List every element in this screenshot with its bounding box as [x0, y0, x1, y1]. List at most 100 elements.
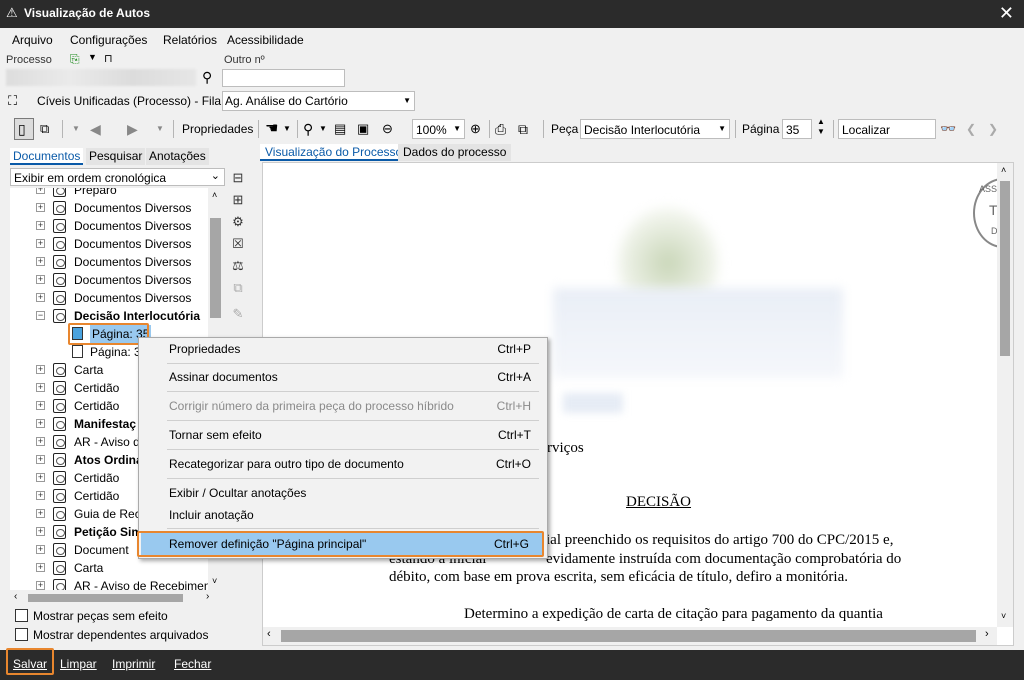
expand-icon[interactable]: + [36, 563, 45, 572]
peca-select[interactable]: Decisão Interlocutória ▼ [580, 119, 730, 139]
chevron-down-icon[interactable]: ▼ [283, 118, 291, 140]
expand-icon[interactable]: + [36, 491, 45, 500]
tab-dados[interactable]: Dados do processo [398, 144, 512, 161]
gavel-icon[interactable]: ⚖ [230, 258, 246, 274]
zoom-select[interactable]: 100% ▼ [412, 119, 465, 139]
remove-doc-icon[interactable]: ☒ [230, 236, 246, 252]
fila-select[interactable]: Ag. Análise do Cartório ▼ [222, 91, 415, 111]
previous-icon[interactable]: ◀ [90, 118, 101, 140]
tree-item[interactable]: + Documentos Diversos [10, 217, 210, 235]
tree-item[interactable]: + Documentos Diversos [10, 235, 210, 253]
expand-icon[interactable]: + [36, 455, 45, 464]
expand-icon[interactable]: + [36, 401, 45, 410]
viewer-hscrollbar[interactable]: ‹ › [263, 627, 997, 645]
tree-item[interactable]: + Documentos Diversos [10, 289, 210, 307]
expand-icon[interactable]: + [36, 473, 45, 482]
expand-icon[interactable]: + [36, 383, 45, 392]
scroll-up-icon[interactable]: ˄ [212, 190, 217, 200]
tree-hscrollbar[interactable]: ‹ › [10, 591, 224, 605]
collapse-icon[interactable]: − [36, 311, 45, 320]
show-archived-checkbox[interactable] [15, 628, 28, 641]
expand-icon[interactable]: + [36, 509, 45, 518]
fit-width-icon[interactable]: ▤ [334, 118, 346, 140]
copy-icon[interactable]: ⎘ [70, 52, 80, 67]
tab-documentos[interactable]: Documentos [10, 148, 84, 165]
chevron-down-icon[interactable]: ▼ [156, 118, 164, 140]
chevron-down-icon[interactable]: ▼ [72, 118, 80, 140]
close-button[interactable]: Fechar [174, 657, 211, 671]
expand-icon[interactable]: + [36, 188, 45, 194]
ctx-item-propriedades[interactable]: Propriedades Ctrl+P [139, 338, 547, 360]
show-voided-checkbox[interactable] [15, 609, 28, 622]
process-number-field[interactable] [6, 69, 196, 86]
expand-icon[interactable]: + [36, 239, 45, 248]
bookmark-icon[interactable]: ⊓ [104, 52, 113, 65]
print-button[interactable]: Imprimir [112, 657, 155, 671]
scroll-left-icon[interactable]: ‹ [267, 628, 271, 640]
tree-item[interactable]: + AR - Aviso de Recebimento [10, 577, 221, 590]
hscroll-thumb[interactable] [28, 594, 183, 602]
ctx-item-assinar[interactable]: Assinar documentos Ctrl+A [139, 366, 547, 388]
expand-icon[interactable]: + [36, 365, 45, 374]
clear-button[interactable]: Limpar [60, 657, 97, 671]
fit-page-icon[interactable]: ▣ [357, 118, 369, 140]
order-select[interactable]: Exibir em ordem cronológica ⌄ [10, 168, 225, 186]
binoculars-icon[interactable]: 👓 [940, 118, 956, 140]
search-icon[interactable]: ⚲ [202, 69, 212, 86]
zoom-out-icon[interactable]: ⊖ [382, 118, 393, 140]
expand-icon[interactable]: + [36, 419, 45, 428]
find-previous-icon[interactable]: ❮ [966, 118, 976, 140]
chevron-down-icon[interactable]: ▼ [319, 118, 327, 140]
localizar-input[interactable]: Localizar [838, 119, 936, 139]
scroll-left-icon[interactable]: ‹ [14, 591, 17, 602]
tree-item[interactable]: + Documentos Diversos [10, 253, 210, 271]
scroll-down-icon[interactable]: ˅ [212, 576, 217, 586]
expand-icon[interactable]: + [36, 257, 45, 266]
link-icon[interactable]: ⧉ [518, 118, 528, 140]
next-icon[interactable]: ▶ [127, 118, 138, 140]
zoom-in-icon[interactable]: ⊕ [470, 118, 481, 140]
other-number-input[interactable] [222, 69, 345, 87]
collapse-tree-icon[interactable]: ⊞ [230, 192, 246, 208]
close-icon[interactable]: ✕ [999, 3, 1014, 24]
tree-item[interactable]: + Preparo [10, 188, 210, 199]
tree-view-icon[interactable]: ⧉ [40, 118, 49, 140]
viewer-scroll-thumb[interactable] [1000, 181, 1010, 356]
expand-icon[interactable]: + [36, 203, 45, 212]
page-spinner-icon[interactable]: ▲ ▼ [817, 117, 825, 137]
expand-icon[interactable]: + [36, 527, 45, 536]
annotation-icon[interactable]: ✎ [230, 306, 246, 322]
expand-icon[interactable]: + [36, 275, 45, 284]
scroll-thumb[interactable] [210, 218, 221, 318]
tree-item[interactable]: + Carta [10, 559, 210, 577]
menu-arquivo[interactable]: Arquivo [12, 33, 53, 47]
scroll-right-icon[interactable]: › [985, 628, 989, 640]
menu-configuracoes[interactable]: Configurações [70, 33, 147, 47]
scroll-down-icon[interactable]: ˅ [1001, 611, 1006, 621]
ctx-item-recategorizar[interactable]: Recategorizar para outro tipo de documen… [139, 453, 547, 475]
tree-item[interactable]: + Documentos Diversos [10, 271, 210, 289]
ctx-item-incluir-anotacao[interactable]: Incluir anotação [139, 504, 547, 526]
tab-pesquisar[interactable]: Pesquisar [86, 148, 146, 165]
chevron-down-icon[interactable]: ▼ [88, 52, 97, 62]
copy-doc-icon[interactable]: ⧉ [230, 280, 246, 296]
expand-icon[interactable]: + [36, 545, 45, 554]
properties-button[interactable]: Propriedades [182, 118, 253, 140]
expand-tree-icon[interactable]: ⊟ [230, 170, 246, 186]
tab-anotacoes[interactable]: Anotações [146, 148, 209, 165]
expand-icon[interactable]: + [36, 293, 45, 302]
expand-icon[interactable]: + [36, 221, 45, 230]
hand-icon[interactable]: ☚ [265, 118, 278, 140]
scroll-up-icon[interactable]: ˄ [1001, 165, 1006, 175]
viewer-scrollbar[interactable]: ˄ ˅ [997, 163, 1013, 627]
expand-icon[interactable]: + [36, 437, 45, 446]
expand-icon[interactable]: + [36, 581, 45, 590]
certificate-icon[interactable]: ⚙ [230, 214, 246, 230]
zoom-icon[interactable]: ⚲ [303, 118, 313, 140]
pagina-input[interactable]: 35 [782, 119, 812, 139]
ctx-item-tornar-sem-efeito[interactable]: Tornar sem efeito Ctrl+T [139, 424, 547, 446]
tree-item[interactable]: + Documentos Diversos [10, 199, 210, 217]
menu-relatorios[interactable]: Relatórios [163, 33, 217, 47]
scroll-right-icon[interactable]: › [206, 591, 209, 602]
viewer-hscroll-thumb[interactable] [281, 630, 976, 642]
